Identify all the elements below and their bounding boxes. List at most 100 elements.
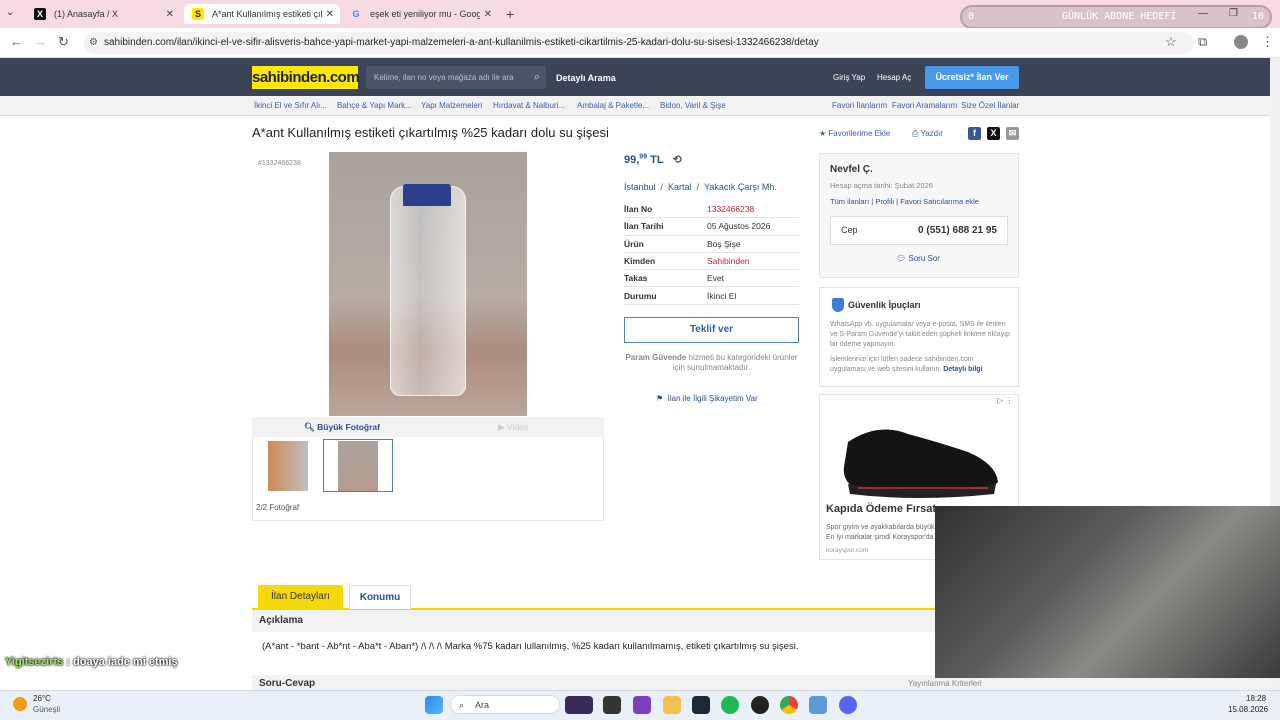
location-city[interactable]: İstanbul — [624, 182, 656, 192]
chrome-icon[interactable] — [780, 696, 798, 714]
facebook-share-icon[interactable]: f — [968, 127, 981, 140]
minimize-icon[interactable]: — — [1198, 8, 1208, 19]
tab-label: (1) Anasayfa / X — [54, 9, 119, 19]
streamer-webcam-overlay — [935, 506, 1280, 678]
add-favorite-seller-link[interactable]: Favori Satıcılarıma ekle — [900, 197, 979, 206]
bookmark-star-icon[interactable]: ☆ — [1165, 34, 1177, 50]
site-info-icon[interactable]: ⚙ — [89, 37, 98, 48]
tab-google[interactable]: G eşek eti yeniliyor mu - Google'd ✕ — [342, 4, 498, 24]
qa-title: Soru-Cevap — [259, 678, 316, 689]
profile-avatar[interactable] — [1234, 35, 1248, 49]
file-explorer-icon[interactable] — [663, 696, 681, 714]
breadcrumb-item[interactable]: Yapı Malzemeleri — [421, 101, 482, 110]
search-input[interactable]: Kelime, ilan no veya mağaza adı ile ara … — [366, 66, 546, 89]
special-listings-link[interactable]: Size Özel İlanlar — [961, 101, 1019, 110]
ad-choices-icon[interactable]: ▷ ⋮ — [997, 396, 1013, 405]
taskbar-search-input[interactable]: ⌕ Ara — [450, 695, 560, 714]
chat-username: Yigitsezirts — [5, 656, 64, 668]
clock-time: 18:28 — [1246, 694, 1267, 703]
seller-all-listings-link[interactable]: Tüm ilanları — [830, 197, 869, 206]
windows-start-icon[interactable] — [425, 696, 443, 714]
taskbar-search-label: Ara — [475, 700, 490, 710]
browser-menu-icon[interactable]: ⋮ — [1261, 34, 1274, 50]
add-favorite-link[interactable]: ★ Favorilerime Ekle — [819, 129, 890, 138]
video-button[interactable]: ▶ Video — [498, 422, 529, 433]
seller-profile-link[interactable]: Profili — [875, 197, 894, 206]
detail-row: Kimden Sahibinden — [624, 253, 799, 271]
new-tab-plus-icon[interactable]: + — [506, 6, 514, 22]
tab-listing-details[interactable]: İlan Detayları — [258, 585, 343, 609]
app-icon[interactable] — [633, 696, 651, 714]
make-offer-button[interactable]: Teklif ver — [624, 317, 799, 343]
favorite-searches-link[interactable]: Favori Aramalarım — [892, 101, 957, 110]
print-label: Yazdır — [920, 129, 944, 138]
thumbnail-2-image — [338, 441, 378, 491]
breadcrumb-item[interactable]: Ambalaj & Paketle... — [577, 101, 649, 110]
app-icon[interactable] — [565, 696, 593, 714]
x-share-icon[interactable]: X — [987, 127, 1000, 140]
reload-icon[interactable]: ↻ — [58, 34, 69, 50]
location-district[interactable]: Kartal — [668, 182, 692, 192]
detail-key: Ürün — [624, 238, 644, 249]
address-bar[interactable]: sahibinden.com/ilan/ikinci-el-ve-sifir-a… — [84, 32, 1194, 54]
description-text: (A*ant - *bant - Ab*nt - Aba*t - Aban*) … — [262, 641, 799, 652]
settings-gear-icon[interactable] — [809, 696, 827, 714]
close-tab-icon[interactable]: ✕ — [484, 9, 492, 20]
tab-sahibinden[interactable]: S A*ant Kullanılmış estiketi çıkart ✕ — [184, 4, 340, 24]
breadcrumb-item[interactable]: Bidon, Varil & Şişe — [660, 101, 726, 110]
tab-x[interactable]: X (1) Anasayfa / X ✕ — [26, 4, 180, 24]
location-neighborhood[interactable]: Yakacık Çarşı Mh. — [704, 182, 777, 192]
breadcrumb-item[interactable]: Hırdavat & Nalburi... — [493, 101, 565, 110]
subscriber-goal-overlay: 0 GÜNLÜK ABONE HEDEFİ 10 — [960, 5, 1272, 29]
url-text: sahibinden.com/ilan/ikinci-el-ve-sifir-a… — [104, 37, 819, 48]
print-link[interactable]: ⎙ Yazdır — [912, 129, 943, 139]
back-arrow-icon[interactable]: ← — [10, 34, 23, 49]
spotify-icon[interactable] — [721, 696, 739, 714]
price-history-icon[interactable]: ⟲ — [672, 154, 681, 166]
maximize-icon[interactable]: ❐ — [1229, 8, 1238, 19]
close-tab-icon[interactable]: ✕ — [326, 9, 334, 20]
seller-name[interactable]: Nevfel Ç. — [830, 164, 873, 175]
tab-list-chevron-icon[interactable]: ⌄ — [6, 7, 14, 18]
phone-number[interactable]: 0 (551) 688 21 95 — [918, 225, 997, 236]
favorite-listings-link[interactable]: Favori İlanlarım — [832, 101, 887, 110]
listing-title: A*ant Kullanılmış estiketi çıkartılmış %… — [252, 125, 609, 140]
detail-row: İlan Tarihi 05 Ağustos 2026 — [624, 218, 799, 236]
post-ad-button[interactable]: Ücretsiz* İlan Ver — [925, 66, 1019, 89]
discord-icon[interactable] — [839, 696, 857, 714]
guarantee-note: Param Güvende hizmeti bu kategorideki ür… — [624, 353, 799, 373]
login-link[interactable]: Giriş Yap — [833, 73, 865, 82]
detail-value: Boş Şişe — [707, 238, 741, 249]
register-link[interactable]: Hesap Aç — [877, 73, 911, 82]
tab-location[interactable]: Konumu — [349, 585, 411, 609]
google-favicon-icon: G — [352, 9, 360, 19]
email-share-icon[interactable]: ✉ — [1006, 127, 1019, 140]
sahibinden-logo[interactable]: sahibinden.com — [252, 66, 360, 89]
ask-question-link[interactable]: 💬︎ Soru Sor — [896, 254, 940, 263]
weather-temp: 26°C — [33, 694, 51, 703]
magnifier-icon: 🔍︎ — [304, 422, 315, 432]
extensions-icon[interactable]: ⧉ — [1198, 34, 1207, 50]
price-main: 99, — [624, 154, 640, 166]
location: İstanbul / Kartal / Yakacık Çarşı Mh. — [624, 182, 777, 192]
close-tab-icon[interactable]: ✕ — [166, 9, 174, 20]
thumbnail-1[interactable] — [268, 441, 308, 491]
forward-arrow-icon[interactable]: → — [34, 34, 47, 49]
task-view-icon[interactable] — [603, 696, 621, 714]
big-photo-button[interactable]: 🔍︎ Büyük Fotoğraf — [304, 422, 380, 433]
weather-sun-icon[interactable] — [13, 697, 27, 711]
detail-row: Durumu İkinci El — [624, 287, 799, 305]
breadcrumb-item[interactable]: Bahçe & Yapı Mark... — [337, 101, 412, 110]
chat-text: : doaya iade mi etmiş — [66, 656, 178, 668]
ad-headline[interactable]: Kapıda Ödeme Fırsatı — [826, 503, 939, 515]
report-listing-link[interactable]: ⚑ İlan ile İlgili Şikayetim Var — [656, 394, 758, 403]
flag-icon: ⚑ — [656, 394, 664, 403]
tab-label: A*ant Kullanılmış estiketi çıkart — [212, 9, 322, 19]
detailed-search-link[interactable]: Detaylı Arama — [556, 73, 616, 83]
security-more-link[interactable]: Detaylı bilgi — [943, 366, 982, 373]
breadcrumb-item[interactable]: İkinci El ve Sıfır Alı... — [254, 101, 327, 110]
search-icon[interactable]: ⌕ — [534, 66, 540, 89]
steam-icon[interactable] — [692, 696, 710, 714]
obs-icon[interactable] — [751, 696, 769, 714]
detail-row: İlan No 1332466238 — [624, 201, 799, 219]
